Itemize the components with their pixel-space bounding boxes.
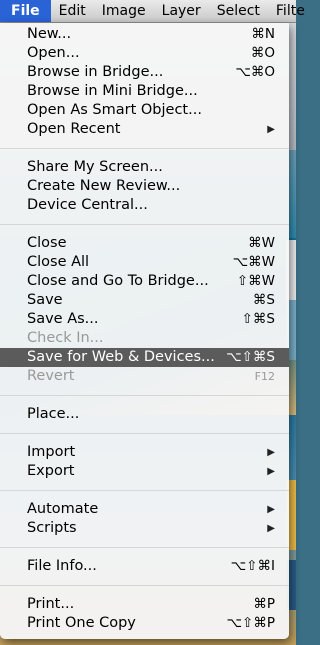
menu-item-save-for-web-and-devices[interactable]: Save for Web & Devices... ⌥⇧⌘S — [0, 348, 289, 367]
shortcut-label: ⌥⇧⌘S — [226, 349, 275, 365]
menu-item-device-central[interactable]: Device Central... — [0, 196, 289, 215]
menu-item-share-my-screen[interactable]: Share My Screen... — [0, 158, 289, 177]
menu-item-label: Automate — [27, 501, 99, 517]
menu-item-scripts[interactable]: Scripts ▶ — [0, 519, 289, 538]
menu-item-close-all[interactable]: Close All ⌥⌘W — [0, 253, 289, 272]
shortcut-label: ⇧⌘W — [236, 273, 275, 289]
menu-item-label: New... — [27, 26, 72, 42]
menu-item-label: Check In... — [27, 330, 104, 346]
menu-item-label: Revert — [27, 368, 75, 384]
shortcut-label: ⌘S — [252, 292, 275, 308]
shortcut-label: ⌥⌘O — [235, 64, 275, 80]
menu-item-label: Browse in Mini Bridge... — [27, 83, 198, 99]
menu-item-revert: Revert F12 — [0, 367, 289, 386]
menu-item-export[interactable]: Export ▶ — [0, 462, 289, 481]
submenu-arrow-icon: ▶ — [267, 447, 275, 458]
menu-item-label: Create New Review... — [27, 178, 181, 194]
menu-item-print[interactable]: Print... ⌘P — [0, 595, 289, 614]
menu-item-close[interactable]: Close ⌘W — [0, 234, 289, 253]
menu-item-label: Browse in Bridge... — [27, 64, 164, 80]
menu-item-new[interactable]: New... ⌘N — [0, 25, 289, 44]
menu-item-label: Close All — [27, 254, 90, 270]
menu-edit[interactable]: Edit — [51, 0, 94, 22]
menu-item-label: Import — [27, 444, 76, 460]
menu-item-print-one-copy[interactable]: Print One Copy ⌥⇧⌘P — [0, 614, 289, 633]
shortcut-label: ⌘N — [251, 26, 275, 42]
shortcut-label: ⌥⇧⌘I — [230, 558, 275, 574]
shortcut-label: ⌥⇧⌘P — [226, 615, 275, 631]
menu-item-create-new-review[interactable]: Create New Review... — [0, 177, 289, 196]
menu-item-label: Save — [27, 292, 63, 308]
menu-item-save[interactable]: Save ⌘S — [0, 291, 289, 310]
menu-item-open[interactable]: Open... ⌘O — [0, 44, 289, 63]
menu-item-automate[interactable]: Automate ▶ — [0, 500, 289, 519]
menu-item-label: Print... — [27, 596, 75, 612]
menu-image[interactable]: Image — [94, 0, 154, 22]
menu-item-open-as-smart-object[interactable]: Open As Smart Object... — [0, 101, 289, 120]
submenu-arrow-icon: ▶ — [267, 504, 275, 515]
shortcut-label: ⌘W — [248, 235, 275, 251]
menu-item-label: Open As Smart Object... — [27, 102, 202, 118]
menu-separator — [0, 148, 289, 149]
menu-item-close-and-go-to-bridge[interactable]: Close and Go To Bridge... ⇧⌘W — [0, 272, 289, 291]
submenu-arrow-icon: ▶ — [267, 466, 275, 477]
submenu-arrow-icon: ▶ — [267, 523, 275, 534]
menu-file[interactable]: File — [0, 0, 51, 22]
menu-item-label: Place... — [27, 406, 80, 422]
menu-item-place[interactable]: Place... — [0, 405, 289, 424]
shortcut-label: ⇧⌘S — [241, 311, 275, 327]
menu-bar: File Edit Image Layer Select Filte — [0, 0, 305, 23]
menu-item-label: Open Recent — [27, 121, 121, 137]
menu-item-label: Scripts — [27, 520, 77, 536]
menu-item-label: Share My Screen... — [27, 159, 163, 175]
menu-item-label: Save for Web & Devices... — [27, 349, 215, 365]
menu-item-browse-in-mini-bridge[interactable]: Browse in Mini Bridge... — [0, 82, 289, 101]
menu-item-import[interactable]: Import ▶ — [0, 443, 289, 462]
shortcut-label: ⌘O — [250, 45, 275, 61]
menu-item-check-in: Check In... — [0, 329, 289, 348]
menu-separator — [0, 490, 289, 491]
menu-separator — [0, 585, 289, 586]
menu-item-label: Close — [27, 235, 67, 251]
file-menu-dropdown: New... ⌘N Open... ⌘O Browse in Bridge...… — [0, 23, 289, 639]
menu-item-browse-in-bridge[interactable]: Browse in Bridge... ⌥⌘O — [0, 63, 289, 82]
menu-item-file-info[interactable]: File Info... ⌥⇧⌘I — [0, 557, 289, 576]
menu-item-label: File Info... — [27, 558, 97, 574]
menu-separator — [0, 433, 289, 434]
menu-layer[interactable]: Layer — [154, 0, 209, 22]
menu-item-label: Device Central... — [27, 197, 148, 213]
shortcut-label: ⌘P — [253, 596, 275, 612]
submenu-arrow-icon: ▶ — [267, 124, 275, 135]
menu-filter[interactable]: Filte — [268, 0, 313, 22]
menu-select[interactable]: Select — [209, 0, 268, 22]
menu-item-label: Save As... — [27, 311, 99, 327]
menu-item-label: Export — [27, 463, 75, 479]
menu-item-save-as[interactable]: Save As... ⇧⌘S — [0, 310, 289, 329]
menu-item-open-recent[interactable]: Open Recent ▶ — [0, 120, 289, 139]
menu-item-label: Open... — [27, 45, 80, 61]
menu-item-label: Close and Go To Bridge... — [27, 273, 209, 289]
menu-separator — [0, 224, 289, 225]
shortcut-label: F12 — [254, 370, 275, 383]
menu-separator — [0, 547, 289, 548]
shortcut-label: ⌥⌘W — [232, 254, 275, 270]
menu-separator — [0, 395, 289, 396]
menu-item-label: Print One Copy — [27, 615, 136, 631]
